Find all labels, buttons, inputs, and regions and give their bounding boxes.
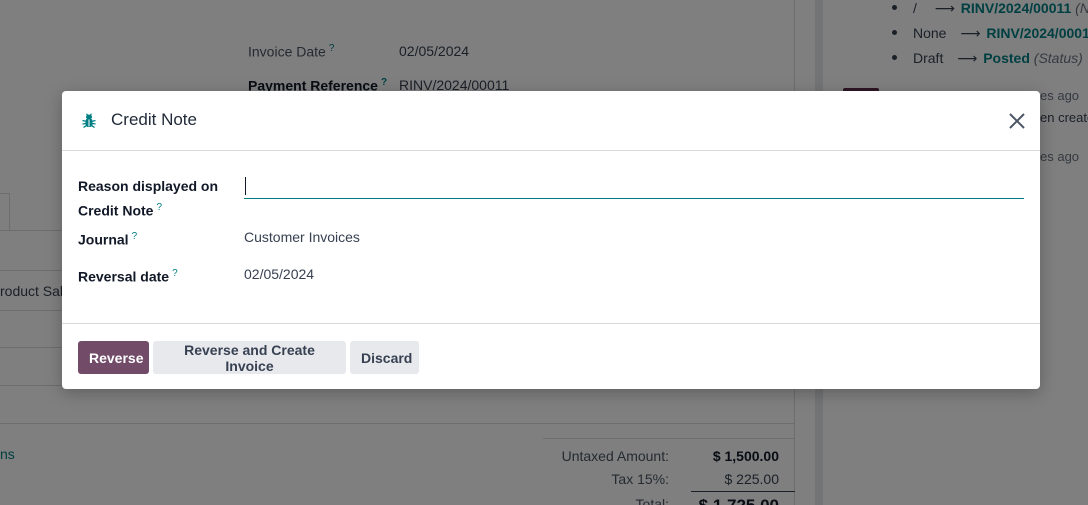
dialog-title: Credit Note xyxy=(111,110,197,129)
dialog-body: Reason displayed on Credit Note? Journal… xyxy=(62,151,1040,323)
reversal-date-label: Reversal date? xyxy=(78,268,178,285)
help-icon[interactable]: ? xyxy=(132,231,138,242)
dialog-header: Credit Note xyxy=(62,91,1040,151)
credit-note-dialog: Credit Note Reason displayed on Credit N… xyxy=(62,91,1040,389)
text-caret xyxy=(245,177,246,195)
reason-label: Reason displayed on Credit Note? xyxy=(78,178,219,219)
journal-value[interactable]: Customer Invoices xyxy=(244,229,360,245)
help-icon[interactable]: ? xyxy=(172,268,178,279)
close-icon[interactable] xyxy=(1006,110,1028,132)
reverse-and-create-invoice-button[interactable]: Reverse and Create Invoice xyxy=(153,341,346,374)
reason-input[interactable] xyxy=(244,174,1024,199)
bug-icon xyxy=(82,113,96,129)
discard-button[interactable]: Discard xyxy=(350,341,419,374)
journal-label: Journal? xyxy=(78,231,138,248)
reverse-button[interactable]: Reverse xyxy=(78,341,149,374)
help-icon[interactable]: ? xyxy=(156,202,162,213)
reversal-date-field[interactable]: 02/05/2024 xyxy=(244,266,314,282)
dialog-footer: Reverse Reverse and Create Invoice Disca… xyxy=(62,323,1040,389)
